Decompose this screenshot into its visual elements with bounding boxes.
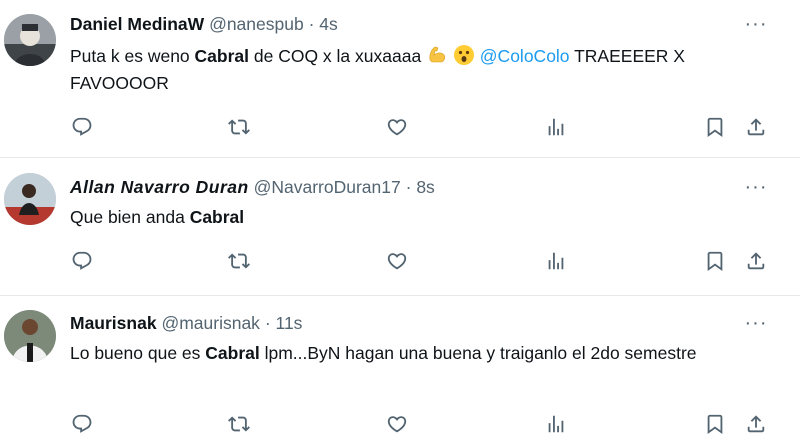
flexed-biceps-emoji (429, 46, 446, 63)
share-icon[interactable] (742, 410, 770, 438)
tweet-text-part: Lo bueno que es (70, 343, 206, 363)
views-icon[interactable] (542, 113, 570, 141)
retweet-icon[interactable] (225, 247, 253, 275)
more-options-icon[interactable]: ··· (742, 177, 770, 200)
tweet-header: Maurisnak @maurisnak · 11s (70, 312, 302, 334)
tweet-header: Allan Navarro Duran @NavarroDuran17 · 8s (70, 176, 435, 198)
tweet-actions (0, 410, 800, 440)
tweet[interactable]: Allan Navarro Duran @NavarroDuran17 · 8s… (0, 158, 800, 296)
reply-icon[interactable] (68, 410, 96, 438)
bookmark-icon[interactable] (701, 410, 729, 438)
tweet-text: Que bien anda Cabral (70, 204, 780, 231)
more-options-icon[interactable]: ··· (742, 14, 770, 37)
tweet-text-part: lpm...ByN hagan una buena y traiganlo el… (259, 343, 697, 363)
separator-dot: · (405, 177, 412, 197)
views-icon[interactable] (542, 247, 570, 275)
like-icon[interactable] (383, 247, 411, 275)
avatar[interactable] (4, 173, 56, 225)
reply-icon[interactable] (68, 113, 96, 141)
share-icon[interactable] (742, 113, 770, 141)
tweet-actions (0, 247, 800, 277)
like-icon[interactable] (383, 113, 411, 141)
tweet-header: Daniel MedinaW @nanespub · 4s (70, 13, 338, 35)
mention-link[interactable]: @ColoColo (480, 46, 570, 66)
like-icon[interactable] (383, 410, 411, 438)
tweet-text-part: de COQ x la xuxaaaa (249, 46, 427, 66)
tweet-text-bold: Cabral (205, 343, 260, 363)
retweet-icon[interactable] (225, 410, 253, 438)
tweet-text-part: Puta k es weno (70, 46, 195, 66)
tweet[interactable]: Maurisnak @maurisnak · 11s ··· Lo bueno … (0, 296, 800, 435)
timestamp[interactable]: 11s (276, 313, 303, 333)
tweet-text-part: Que bien anda (70, 207, 190, 227)
display-name[interactable]: Daniel MedinaW (70, 14, 204, 34)
user-handle[interactable]: @maurisnak (161, 313, 260, 333)
tweet-text-bold: Cabral (194, 46, 249, 66)
tweet-text: Puta k es weno Cabral de COQ x la xuxaaa… (70, 43, 780, 97)
user-handle[interactable]: @NavarroDuran17 (254, 177, 401, 197)
display-name[interactable]: Maurisnak (70, 313, 157, 333)
tweet[interactable]: Daniel MedinaW @nanespub · 4s ··· Puta k… (0, 0, 800, 158)
tweet-text: Lo bueno que es Cabral lpm...ByN hagan u… (70, 340, 780, 367)
tweet-text-bold: Cabral (189, 207, 245, 227)
user-handle[interactable]: @nanespub (209, 14, 304, 34)
separator-dot: · (264, 313, 271, 333)
avatar[interactable] (4, 310, 56, 362)
separator-dot: · (308, 14, 315, 34)
reply-icon[interactable] (68, 247, 96, 275)
display-name[interactable]: Allan Navarro Duran (70, 177, 249, 197)
share-icon[interactable] (742, 247, 770, 275)
timestamp[interactable]: 4s (319, 14, 337, 34)
bookmark-icon[interactable] (701, 113, 729, 141)
tweet-actions (0, 113, 800, 143)
astonished-face-emoji (453, 45, 474, 65)
timestamp[interactable]: 8s (416, 177, 434, 197)
views-icon[interactable] (542, 410, 570, 438)
bookmark-icon[interactable] (701, 247, 729, 275)
more-options-icon[interactable]: ··· (742, 313, 770, 336)
retweet-icon[interactable] (225, 113, 253, 141)
avatar[interactable] (4, 14, 56, 66)
